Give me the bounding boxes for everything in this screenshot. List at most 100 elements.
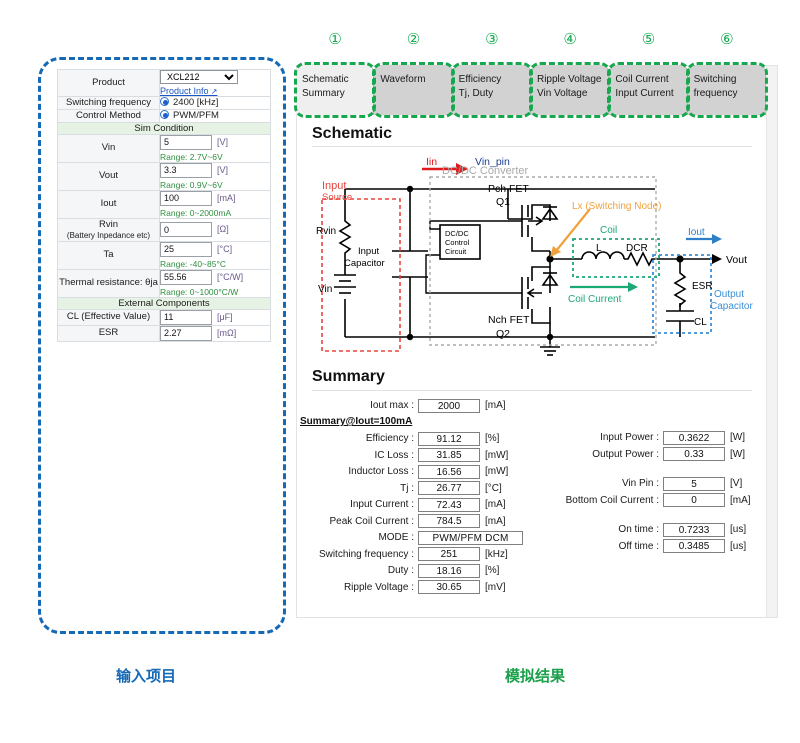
form-row: ESR 2.27 [mΩ] <box>57 324 271 342</box>
label-ctrl-1: DC/DC <box>445 229 469 238</box>
label-q1: Q1 <box>496 196 510 208</box>
summary-value: 18.16 <box>418 563 480 578</box>
tab-label-line1: Waveform <box>380 74 426 85</box>
label-text: Iout <box>100 198 117 210</box>
tab-number-5: ⑤ <box>641 30 656 48</box>
form-row-label: Thermal resistance: θja <box>57 268 160 298</box>
summary-value: 16.56 <box>418 464 480 479</box>
summary-unit: [mA] <box>730 494 751 506</box>
label-text: Rvin <box>98 218 118 230</box>
tab-3[interactable]: Efficiency Tj, Duty <box>452 65 531 115</box>
summary-row: Iout max : 2000 [mA] <box>300 398 550 413</box>
form-row-label: Vin <box>57 133 160 163</box>
text-input[interactable]: 5 <box>160 134 212 150</box>
summary-value: 0.7233 <box>663 522 725 537</box>
summary-unit: [mW] <box>485 449 509 461</box>
tab-2[interactable]: Waveform <box>374 65 453 115</box>
form-row-value: XCL212 Product Info ↗ <box>159 69 271 97</box>
label-nch: Nch FET <box>488 314 530 326</box>
form-row-value: 2.27 [mΩ] <box>159 324 271 342</box>
schematic-heading: Schematic <box>312 125 393 142</box>
tab-4[interactable]: Ripple Voltage Vin Voltage <box>530 65 610 115</box>
summary-unit: [%] <box>485 433 500 444</box>
radio-button[interactable] <box>160 97 169 107</box>
text-input[interactable]: 2.27 <box>160 325 212 341</box>
unit-label: [mA] <box>217 192 236 203</box>
label-sub-text: (Battery Inpedance etc) <box>66 230 151 240</box>
label-input-capacitor-1: Input <box>358 246 379 257</box>
form-row-value: 25 [°C] Range: -40~85°C <box>159 240 271 270</box>
label-iout: Iout <box>688 227 705 238</box>
tab-5[interactable]: Coil Current Input Current <box>609 65 688 115</box>
tab-number-1: ① <box>328 30 342 48</box>
tab-label-line1: Coil Current <box>615 74 669 85</box>
form-row-label: Product <box>57 69 160 97</box>
label-rvin: Rvin <box>316 226 336 237</box>
summary-heading: Summary <box>312 368 385 385</box>
product-select[interactable]: XCL212 <box>160 70 238 84</box>
summary-key: Ripple Voltage : <box>343 581 414 593</box>
form-row-label: Rvin (Battery Inpedance etc) <box>57 217 160 242</box>
radio-button[interactable] <box>160 110 169 120</box>
text-input[interactable]: 11 <box>160 309 212 325</box>
summary-key: Bottom Coil Current : <box>565 494 659 506</box>
label-ctrl-2: Control <box>445 238 470 247</box>
text-input[interactable]: 55.56 <box>160 269 212 285</box>
caption-input-items: 输入项目 <box>116 668 177 685</box>
summary-key: Switching frequency : <box>318 548 414 560</box>
form-row-value: 5 [V] Range: 2.7V~6V <box>159 133 271 163</box>
unit-label: [°C/W] <box>217 271 244 282</box>
summary-unit: [W] <box>730 448 745 460</box>
summary-row: Bottom Coil Current : 0 [mA] <box>553 493 768 508</box>
summary-row: Switching frequency : 251 [kHz] <box>300 547 550 562</box>
summary-value: 26.77 <box>418 481 480 495</box>
summary-key: Vin Pin : <box>621 478 659 489</box>
label-iin: Iin <box>426 156 437 168</box>
tab-label-line2: frequency <box>693 87 738 99</box>
summary-row: On time : 0.7233 [us] <box>553 522 768 537</box>
tab-label-line2: Vin Voltage <box>536 87 588 99</box>
summary-unit: [mA] <box>485 515 506 527</box>
summary-unit: [mA] <box>485 499 506 510</box>
caption-simulation-results: 模拟结果 <box>505 668 566 685</box>
text-input[interactable]: 100 <box>160 190 212 206</box>
label-pch: Pch FET <box>488 183 529 195</box>
summary-key: Efficiency : <box>365 433 414 444</box>
form-section-header: External Components <box>57 296 271 310</box>
summary-value: 0.33 <box>663 447 725 461</box>
unit-label: [μF] <box>217 311 233 322</box>
range-hint: Range: 0~1000°C/W <box>160 286 239 297</box>
schematic-diagram: Iin Vin_pin Input Source Rvin Vin Input … <box>316 156 753 356</box>
summary-unit: [us] <box>730 540 747 552</box>
label-text: CL (Effective Value) <box>66 311 151 323</box>
summary-unit: [%] <box>485 565 500 576</box>
text-input[interactable]: 0 <box>160 222 212 238</box>
tab-label-line1: Switching <box>693 74 737 85</box>
label-input: Input <box>322 180 346 192</box>
tab-number-2: ② <box>406 30 421 48</box>
product-info-link[interactable]: Product Info ↗ <box>160 86 270 96</box>
summary-value: 251 <box>418 547 480 561</box>
form-row: Vin 5 [V] Range: 2.7V~6V <box>57 133 271 163</box>
text-input[interactable]: 3.3 <box>160 162 212 178</box>
coil-current-arrow <box>570 282 638 292</box>
text-input[interactable]: 25 <box>160 241 212 257</box>
summary-value: 0.3622 <box>663 430 725 445</box>
tab-1[interactable]: Schematic Summary <box>296 65 375 115</box>
summary-group-spacer <box>553 509 768 522</box>
label-coil-current: Coil Current <box>568 294 622 305</box>
summary-key: Tj : <box>400 482 414 494</box>
label-lx: Lx (Switching Node) <box>572 201 661 212</box>
input-panel: Product XCL212 Product Info ↗ Switching fre… <box>38 57 286 634</box>
form-row-value: PWM/PFM <box>159 108 271 123</box>
unit-label: [mΩ] <box>217 327 237 338</box>
summary-value: 91.12 <box>418 431 480 446</box>
form-row-value: 11 [μF] <box>159 308 271 326</box>
summary-value: 0.3485 <box>663 539 725 553</box>
tab-6[interactable]: Switching frequency <box>687 65 766 115</box>
summary-group-spacer <box>553 463 768 476</box>
label-text: Thermal resistance: θja <box>59 277 158 289</box>
summary-key: Inductor Loss : <box>348 466 414 477</box>
range-hint: Range: 2.7V~6V <box>160 151 223 162</box>
summary-value: PWM/PFM DCM <box>418 530 523 545</box>
